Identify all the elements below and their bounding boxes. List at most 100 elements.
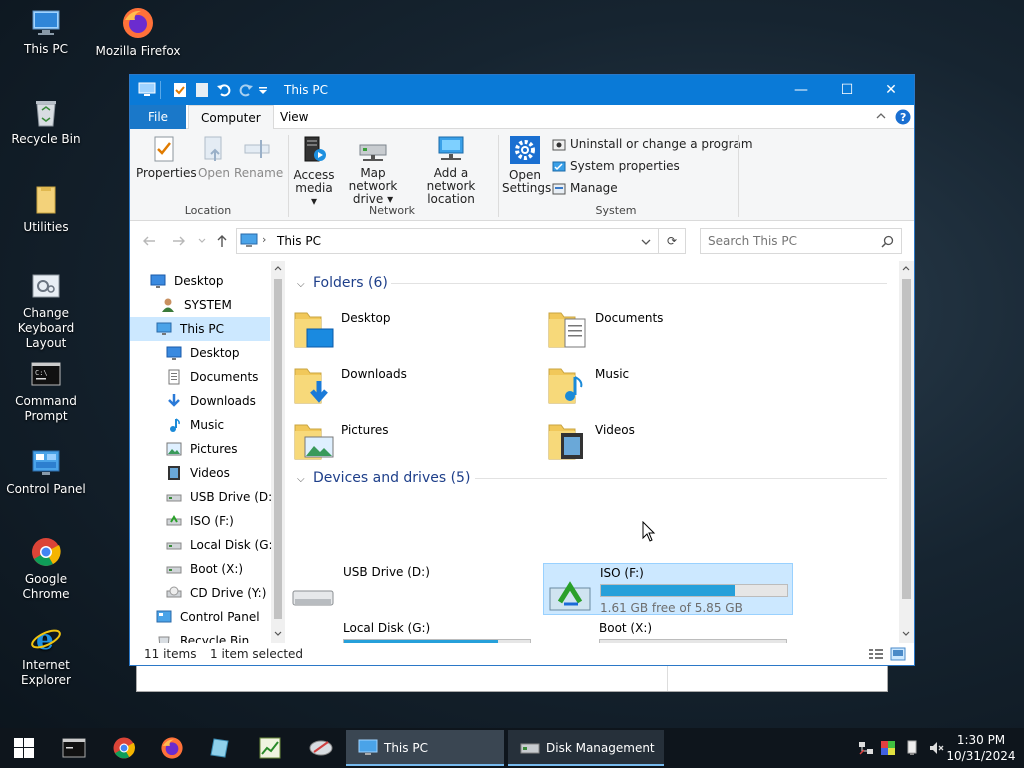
system-properties-button[interactable]: System properties xyxy=(552,157,680,175)
folder-pictures[interactable]: Pictures xyxy=(291,419,531,469)
hard-drive-icon xyxy=(547,629,593,643)
notepad-pinned-icon[interactable] xyxy=(208,736,232,760)
nav-item[interactable]: Documents xyxy=(130,365,270,389)
ribbon: Properties Open Rename Location Access m… xyxy=(130,129,914,221)
content-scrollbar[interactable] xyxy=(899,261,914,643)
nav-item[interactable]: Local Disk (G:) xyxy=(130,533,277,557)
tab-file[interactable]: File xyxy=(130,105,186,129)
properties-check-icon[interactable] xyxy=(172,82,188,98)
command-prompt-pinned-icon[interactable] xyxy=(62,738,86,758)
desktop-icon-change-keyboard-layout[interactable]: Change Keyboard Layout xyxy=(0,272,92,351)
search-input[interactable] xyxy=(708,230,878,252)
search-box[interactable] xyxy=(700,228,902,254)
address-dropdown-icon[interactable] xyxy=(641,239,651,245)
forward-arrow-icon[interactable] xyxy=(172,235,186,247)
map-network-drive-button[interactable]: Map network drive ▾ xyxy=(336,133,410,206)
content-scroll-thumb[interactable] xyxy=(902,279,911,599)
new-folder-icon[interactable] xyxy=(194,82,210,98)
system-clock[interactable]: 1:30 PM 10/31/2024 xyxy=(944,732,1018,764)
title-bar[interactable]: This PC — ☐ ✕ xyxy=(130,75,914,105)
chart-tool-pinned-icon[interactable] xyxy=(258,736,282,760)
open-settings-button[interactable]: Open Settings xyxy=(502,133,551,195)
folder-downloads[interactable]: Downloads xyxy=(291,363,531,413)
network-tray-icon[interactable] xyxy=(858,740,874,756)
desktop-icon-internet-explorer[interactable]: e Internet Explorer xyxy=(0,622,92,688)
start-windows-icon[interactable] xyxy=(14,738,34,758)
collapse-ribbon-icon[interactable] xyxy=(876,112,886,120)
address-box[interactable]: › This PC xyxy=(236,228,659,254)
refresh-button[interactable]: ⟳ xyxy=(658,228,686,254)
nav-scroll-thumb[interactable] xyxy=(274,279,282,619)
desktop-icon-utilities[interactable]: Utilities xyxy=(0,184,92,235)
desktop-icon-control-panel[interactable]: Control Panel xyxy=(0,448,92,497)
nav-scrollbar[interactable] xyxy=(271,261,285,643)
scroll-up-icon[interactable] xyxy=(274,265,282,271)
access-media-button[interactable]: Access media ▾ xyxy=(292,133,336,208)
scroll-up-icon[interactable] xyxy=(902,265,910,271)
nav-item[interactable]: Recycle Bin xyxy=(130,629,270,643)
scroll-down-icon[interactable] xyxy=(902,631,910,637)
minimize-button[interactable]: — xyxy=(778,75,824,105)
drives-group-header[interactable]: ⌵ Devices and drives (5) xyxy=(297,468,887,488)
scroll-down-icon[interactable] xyxy=(274,631,282,637)
customize-toolbar-icon[interactable] xyxy=(258,87,268,95)
nav-item[interactable]: Desktop xyxy=(130,269,270,293)
taskbar-task-this-pc[interactable]: This PC xyxy=(346,730,504,766)
desktop-icon-chrome[interactable]: Google Chrome xyxy=(0,536,92,602)
usb-tray-icon[interactable] xyxy=(904,740,920,756)
nav-item[interactable]: Desktop xyxy=(130,341,270,365)
desktop-icon-firefox[interactable]: Mozilla Firefox xyxy=(92,6,184,59)
properties-button[interactable]: Properties xyxy=(136,133,197,180)
nav-item[interactable]: Downloads xyxy=(130,389,270,413)
folder-documents[interactable]: Documents xyxy=(545,307,785,357)
help-icon[interactable]: ? xyxy=(895,109,911,125)
uninstall-program-button[interactable]: Uninstall or change a program xyxy=(552,135,753,153)
nav-item[interactable]: USB Drive (D:) xyxy=(130,485,277,509)
folders-group-header[interactable]: ⌵ Folders (6) xyxy=(297,273,887,293)
drive-usb-d[interactable]: USB Drive (D:) xyxy=(287,563,537,615)
desktop-icon-recycle-bin[interactable]: Recycle Bin xyxy=(0,96,92,147)
add-network-location-button[interactable]: Add a network location xyxy=(410,133,492,206)
nav-item[interactable]: ISO (F:) xyxy=(130,509,270,533)
maximize-button[interactable]: ☐ xyxy=(824,75,870,105)
drive-iso-f[interactable]: ISO (F:) 1.61 GB free of 5.85 GB xyxy=(543,563,793,615)
folder-desktop[interactable]: Desktop xyxy=(291,307,531,357)
nav-item[interactable]: Control Panel xyxy=(130,605,270,629)
large-icons-view-icon[interactable] xyxy=(890,647,906,661)
desktop-icon-this-pc[interactable]: This PC xyxy=(0,8,92,57)
desktop-icon-label: Change Keyboard Layout xyxy=(17,306,75,350)
rename-button[interactable]: Rename xyxy=(234,133,283,180)
drive-local-g[interactable]: Local Disk (G:)84.9 MB free of 494 MB xyxy=(287,619,537,643)
desktop-icon-label: Recycle Bin xyxy=(11,132,81,146)
details-view-icon[interactable] xyxy=(868,648,884,660)
volume-muted-icon[interactable] xyxy=(928,740,944,756)
back-arrow-icon[interactable] xyxy=(142,235,156,247)
nav-item[interactable]: Music xyxy=(130,413,270,437)
chrome-pinned-icon[interactable] xyxy=(112,736,136,760)
folder-music[interactable]: Music xyxy=(545,363,785,413)
desktop-icon-command-prompt[interactable]: C:\ Command Prompt xyxy=(0,360,92,424)
nav-item[interactable]: CD Drive (Y:) H xyxy=(130,581,279,605)
close-button[interactable]: ✕ xyxy=(868,75,914,105)
nav-item[interactable]: SYSTEM xyxy=(130,293,270,317)
nav-item[interactable]: Pictures xyxy=(130,437,270,461)
tab-computer[interactable]: Computer xyxy=(188,105,274,130)
nav-item[interactable]: Boot (X:) xyxy=(130,557,270,581)
manage-button[interactable]: Manage xyxy=(552,179,618,197)
redo-icon[interactable] xyxy=(238,82,254,98)
tab-view[interactable]: View xyxy=(268,105,320,129)
nav-item[interactable]: This PC xyxy=(130,317,270,341)
nav-item[interactable]: Videos xyxy=(130,461,270,485)
recent-locations-icon[interactable] xyxy=(198,238,206,244)
taskbar-task-disk-management[interactable]: Disk Management xyxy=(508,730,664,766)
disk-tool-pinned-icon[interactable] xyxy=(308,736,334,760)
open-button[interactable]: Open xyxy=(196,133,232,180)
up-arrow-icon[interactable] xyxy=(216,234,228,248)
undo-icon[interactable] xyxy=(216,82,232,98)
background-window[interactable] xyxy=(136,664,888,692)
drive-boot-x[interactable]: Boot (X:)0.98 GB free of 0.98 GB xyxy=(543,619,793,643)
breadcrumb[interactable]: This PC xyxy=(277,234,321,248)
display-tray-icon[interactable] xyxy=(880,740,896,756)
firefox-pinned-icon[interactable] xyxy=(160,736,184,760)
folder-videos[interactable]: Videos xyxy=(545,419,785,469)
